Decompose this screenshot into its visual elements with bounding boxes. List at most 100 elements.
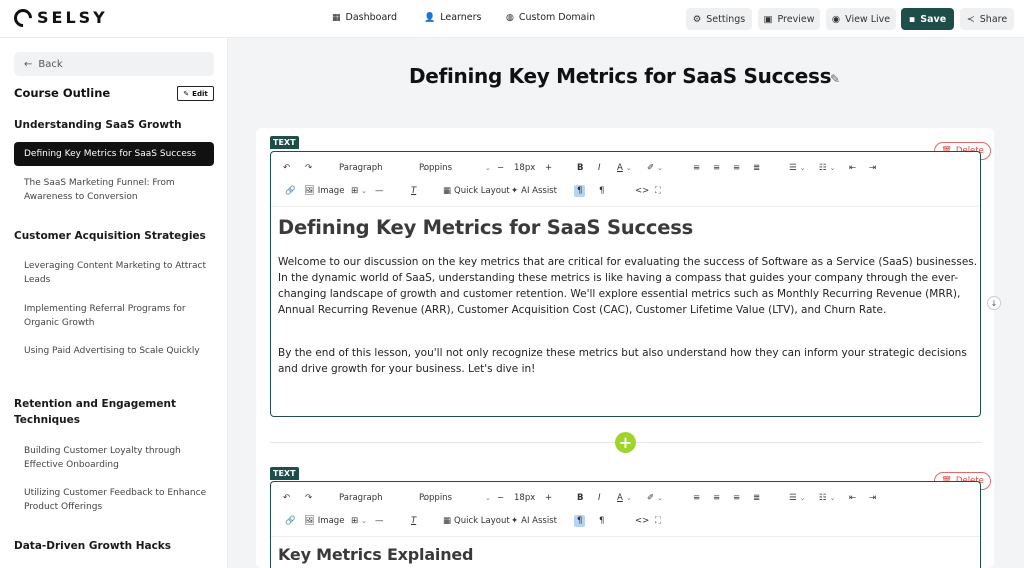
fullscreen-icon[interactable]: ⛶	[655, 516, 661, 526]
clear-format-icon[interactable]: T	[411, 516, 416, 526]
insert-image-button[interactable]: 🖼 Image	[304, 516, 344, 526]
lesson-item[interactable]: The SaaS Marketing Funnel: From Awarenes…	[24, 176, 210, 204]
lesson-item[interactable]: Utilizing Customer Feedback to Enhance P…	[24, 486, 210, 514]
font-size-value[interactable]: 18px	[514, 163, 535, 173]
settings-button[interactable]: ⚙ Settings	[686, 8, 752, 30]
add-block-button[interactable]: +	[615, 432, 636, 453]
insert-image-button[interactable]: 🖼 Image	[304, 186, 344, 196]
link-icon[interactable]: 🔗	[285, 186, 296, 196]
align-center-icon[interactable]: ≡	[713, 163, 720, 173]
section-title[interactable]: Customer Acquisition Strategies	[14, 228, 214, 244]
italic-icon[interactable]: I	[598, 163, 601, 173]
numbered-list-icon[interactable]: ☷ ⌄	[819, 493, 836, 503]
quick-layout-button[interactable]: ▦ Quick Layout	[443, 516, 510, 526]
edit-outline-button[interactable]: ✎ Edit	[177, 86, 214, 101]
align-left-icon[interactable]: ≡	[693, 493, 700, 503]
ltr-direction-icon[interactable]: ¶	[574, 185, 586, 197]
lesson-item[interactable]: Building Customer Loyalty through Effect…	[24, 444, 210, 472]
align-center-icon[interactable]: ≡	[713, 493, 720, 503]
numbered-list-icon[interactable]: ☷ ⌄	[819, 163, 836, 173]
nav-learners[interactable]: 👤 Learners	[424, 12, 481, 23]
align-right-icon[interactable]: ≡	[733, 493, 740, 503]
view-live-button[interactable]: ◉ View Live	[826, 8, 896, 30]
link-icon[interactable]: 🔗	[285, 516, 296, 526]
highlight-icon[interactable]: ✐ ⌄	[647, 493, 663, 503]
text-color-icon[interactable]: A ⌄	[617, 163, 632, 173]
section-title[interactable]: Data-Driven Growth Hacks	[14, 538, 214, 554]
rtl-direction-icon[interactable]: ¶	[599, 516, 604, 526]
align-justify-icon[interactable]: ≣	[753, 163, 760, 173]
text-color-icon[interactable]: A ⌄	[617, 493, 632, 503]
ai-assist-button[interactable]: ✦ AI Assist	[511, 186, 557, 196]
font-select[interactable]: Poppins ⌄	[419, 163, 491, 173]
section-title[interactable]: Understanding SaaS Growth	[14, 117, 214, 133]
content-heading[interactable]: Key Metrics Explained	[278, 545, 474, 564]
size-increase-button[interactable]: +	[545, 163, 552, 173]
text-block-editor[interactable]: ↶ ↷ Paragraph ⌄ Poppins ⌄ − 18px + B I A ⌄ …	[270, 481, 981, 568]
quick-layout-button[interactable]: ▦ Quick Layout	[443, 186, 510, 196]
clear-format-icon[interactable]: T	[411, 186, 416, 196]
nav-custom-domain[interactable]: ◍ Custom Domain	[506, 12, 595, 23]
outdent-icon[interactable]: ⇤	[849, 493, 856, 503]
fullscreen-icon[interactable]: ⛶	[655, 186, 661, 196]
content-paragraph[interactable]: Welcome to our discussion on the key met…	[278, 254, 978, 318]
italic-icon[interactable]: I	[598, 493, 601, 503]
size-decrease-button[interactable]: −	[497, 493, 504, 503]
outdent-icon[interactable]: ⇤	[849, 163, 856, 173]
undo-icon[interactable]: ↶	[283, 493, 290, 503]
pencil-icon[interactable]: ✎	[830, 72, 840, 86]
bold-icon[interactable]: B	[577, 163, 583, 173]
lesson-title[interactable]: Defining Key Metrics for SaaS Success	[409, 64, 831, 88]
ai-assist-label: AI Assist	[521, 516, 557, 526]
chevron-down-icon: ⌄	[625, 164, 632, 172]
course-sidebar: ← Back Course Outline ✎ Edit Understandi…	[0, 38, 228, 568]
redo-icon[interactable]: ↷	[305, 493, 312, 503]
align-justify-icon[interactable]: ≣	[753, 493, 760, 503]
toolbar-row-1: ↶ ↷ Paragraph ⌄ Poppins ⌄ − 18px + B I A ⌄ …	[271, 487, 980, 509]
bullet-list-icon[interactable]: ☰ ⌄	[789, 163, 806, 173]
highlight-icon[interactable]: ✐ ⌄	[647, 163, 663, 173]
lesson-item[interactable]: Using Paid Advertising to Scale Quickly	[24, 344, 210, 358]
lesson-item-active[interactable]: Defining Key Metrics for SaaS Success	[14, 142, 214, 166]
toolbar-divider	[271, 536, 980, 537]
undo-icon[interactable]: ↶	[283, 163, 290, 173]
paragraph-select[interactable]: Paragraph ⌄	[339, 163, 427, 173]
lesson-item[interactable]: Leveraging Content Marketing to Attract …	[24, 259, 210, 287]
rtl-direction-icon[interactable]: ¶	[599, 186, 604, 196]
back-button[interactable]: ← Back	[14, 52, 214, 76]
content-paragraph[interactable]: By the end of this lesson, you'll not on…	[278, 345, 978, 377]
redo-icon[interactable]: ↷	[305, 163, 312, 173]
lesson-item[interactable]: Implementing Referral Programs for Organ…	[24, 302, 210, 330]
indent-icon[interactable]: ⇥	[869, 493, 876, 503]
toolbar-row-2: 🔗 🖼 Image ⊞ ⌄ — T ▦ Quick Layout ✦ AI Assist…	[271, 510, 980, 532]
align-right-icon[interactable]: ≡	[733, 163, 740, 173]
code-view-icon[interactable]: <>	[635, 186, 649, 196]
image-label: Image	[317, 516, 345, 526]
size-decrease-button[interactable]: −	[497, 163, 504, 173]
preview-button[interactable]: ▣ Preview	[758, 8, 820, 30]
horizontal-rule-icon[interactable]: —	[375, 516, 384, 526]
ltr-direction-icon[interactable]: ¶	[574, 515, 586, 527]
size-increase-button[interactable]: +	[545, 493, 552, 503]
bold-icon[interactable]: B	[577, 493, 583, 503]
table-icon[interactable]: ⊞ ⌄	[351, 186, 367, 196]
arrow-down-icon[interactable]: ↓	[987, 296, 1001, 310]
section-title[interactable]: Retention and Engagement Techniques	[14, 396, 214, 428]
brand-logo[interactable]: SELSY	[10, 4, 108, 31]
code-view-icon[interactable]: <>	[635, 516, 649, 526]
nav-dashboard[interactable]: ▦ Dashboard	[332, 12, 397, 23]
table-icon[interactable]: ⊞ ⌄	[351, 516, 367, 526]
ai-assist-button[interactable]: ✦ AI Assist	[511, 516, 557, 526]
align-left-icon[interactable]: ≡	[693, 163, 700, 173]
paragraph-select[interactable]: Paragraph ⌄	[339, 493, 427, 503]
font-select[interactable]: Poppins ⌄	[419, 493, 491, 503]
font-size-value[interactable]: 18px	[514, 493, 535, 503]
top-bar: SELSY ▦ Dashboard 👤 Learners ◍ Custom Do…	[0, 0, 1024, 38]
indent-icon[interactable]: ⇥	[869, 163, 876, 173]
bullet-list-icon[interactable]: ☰ ⌄	[789, 493, 806, 503]
text-block-editor[interactable]: ↶ ↷ Paragraph ⌄ Poppins ⌄ − 18px + B I A ⌄ …	[270, 151, 981, 417]
share-button[interactable]: ≺ Share	[960, 8, 1014, 30]
save-button[interactable]: ▪ Save	[901, 8, 954, 30]
content-heading[interactable]: Defining Key Metrics for SaaS Success	[278, 216, 693, 239]
horizontal-rule-icon[interactable]: —	[375, 186, 384, 196]
